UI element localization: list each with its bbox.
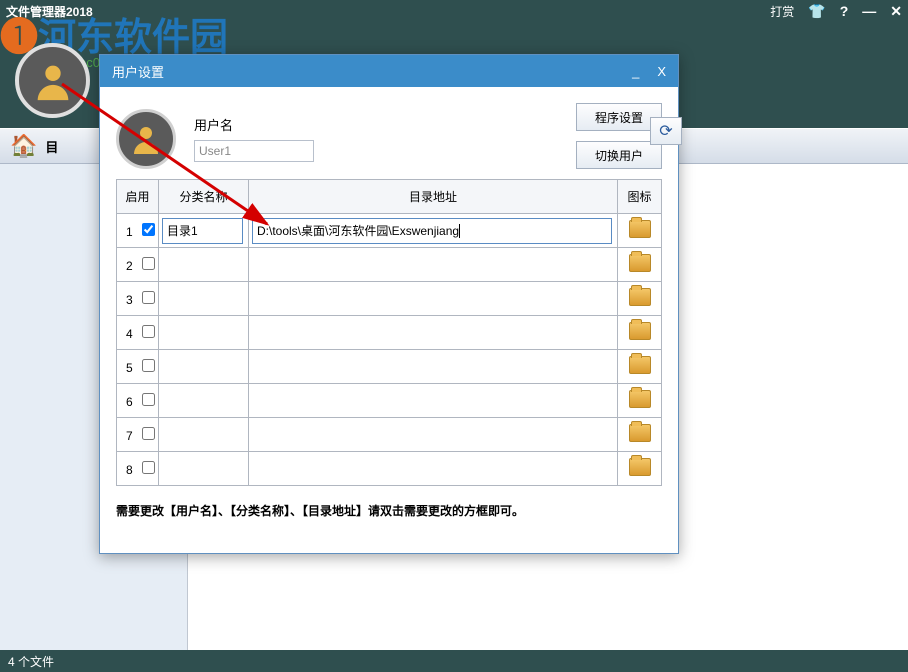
enable-cell[interactable]: 8 [117,452,159,486]
enable-checkbox[interactable] [142,223,155,236]
refresh-button[interactable]: ⟳ [650,117,682,145]
titlebar: 文件管理器2018 打赏 👕 ? — ✕ [0,0,908,22]
person-icon [30,58,76,104]
folder-icon [629,254,651,272]
username-label: 用户名 [194,115,576,134]
table-row: 6 [117,384,662,418]
person-icon [128,121,164,157]
table-row: 7 [117,418,662,452]
enable-cell[interactable]: 6 [117,384,159,418]
user-settings-dialog: 用户设置 _ X 用户名 程序设置 切换用户 ⟳ [99,54,679,554]
table-row: 3 [117,282,662,316]
folder-icon [629,424,651,442]
icon-cell[interactable] [618,214,662,248]
icon-cell[interactable] [618,350,662,384]
path-cell[interactable] [249,282,618,316]
home-icon[interactable]: 🏠 [10,133,37,159]
table-row: 8 [117,452,662,486]
icon-cell[interactable] [618,316,662,350]
minimize-icon[interactable]: — [862,3,876,19]
directories-table: 启用 分类名称 目录地址 图标 1 目录1D:\tools\桌面\河东软件园\E… [116,179,662,486]
enable-cell[interactable]: 2 [117,248,159,282]
folder-icon [629,458,651,476]
username-input[interactable] [194,140,314,162]
path-cell[interactable] [249,418,618,452]
name-cell[interactable] [159,316,249,350]
table-row: 2 [117,248,662,282]
enable-checkbox[interactable] [142,325,155,338]
path-cell[interactable] [249,350,618,384]
folder-icon [629,220,651,238]
enable-cell[interactable]: 4 [117,316,159,350]
name-cell[interactable] [159,384,249,418]
col-icon: 图标 [618,180,662,214]
enable-checkbox[interactable] [142,461,155,474]
toolbar-label: 目 [45,137,58,156]
donate-link[interactable]: 打赏 [770,3,794,20]
folder-icon [629,322,651,340]
folder-icon [629,390,651,408]
enable-cell[interactable]: 5 [117,350,159,384]
name-cell[interactable] [159,350,249,384]
user-avatar-large[interactable] [15,43,90,118]
refresh-icon: ⟳ [659,121,672,141]
icon-cell[interactable] [618,452,662,486]
table-row: 5 [117,350,662,384]
name-cell[interactable] [159,248,249,282]
icon-cell[interactable] [618,384,662,418]
col-enable: 启用 [117,180,159,214]
col-path: 目录地址 [249,180,618,214]
statusbar: 4 个文件 [0,650,908,672]
table-row: 4 [117,316,662,350]
enable-cell[interactable]: 3 [117,282,159,316]
path-cell[interactable] [249,384,618,418]
name-cell[interactable] [159,452,249,486]
icon-cell[interactable] [618,282,662,316]
folder-icon [629,288,651,306]
close-icon[interactable]: ✕ [890,3,902,20]
shirt-icon[interactable]: 👕 [808,3,825,20]
enable-cell[interactable]: 7 [117,418,159,452]
name-cell[interactable]: 目录1 [159,214,249,248]
enable-checkbox[interactable] [142,393,155,406]
col-name: 分类名称 [159,180,249,214]
status-text: 4 个文件 [8,655,54,669]
enable-checkbox[interactable] [142,359,155,372]
enable-checkbox[interactable] [142,291,155,304]
hint-text: 需要更改【用户名】、【分类名称】、【目录地址】请双击需要更改的方框即可。 [116,502,662,519]
switch-user-button[interactable]: 切换用户 [576,141,662,169]
path-cell[interactable] [249,316,618,350]
dialog-title: 用户设置 [112,62,164,81]
path-cell[interactable] [249,248,618,282]
user-avatar-small [116,109,176,169]
folder-icon [629,356,651,374]
table-row: 1 目录1D:\tools\桌面\河东软件园\Exswenjiang [117,214,662,248]
dialog-titlebar[interactable]: 用户设置 _ X [100,55,678,87]
icon-cell[interactable] [618,248,662,282]
app-title: 文件管理器2018 [6,3,93,20]
name-cell[interactable] [159,418,249,452]
enable-cell[interactable]: 1 [117,214,159,248]
help-icon[interactable]: ? [840,3,849,19]
dialog-close-icon[interactable]: X [657,64,666,79]
dialog-minimize-icon[interactable]: _ [632,64,639,79]
icon-cell[interactable] [618,418,662,452]
name-cell[interactable] [159,282,249,316]
path-cell[interactable] [249,452,618,486]
enable-checkbox[interactable] [142,257,155,270]
path-cell[interactable]: D:\tools\桌面\河东软件园\Exswenjiang [249,214,618,248]
enable-checkbox[interactable] [142,427,155,440]
